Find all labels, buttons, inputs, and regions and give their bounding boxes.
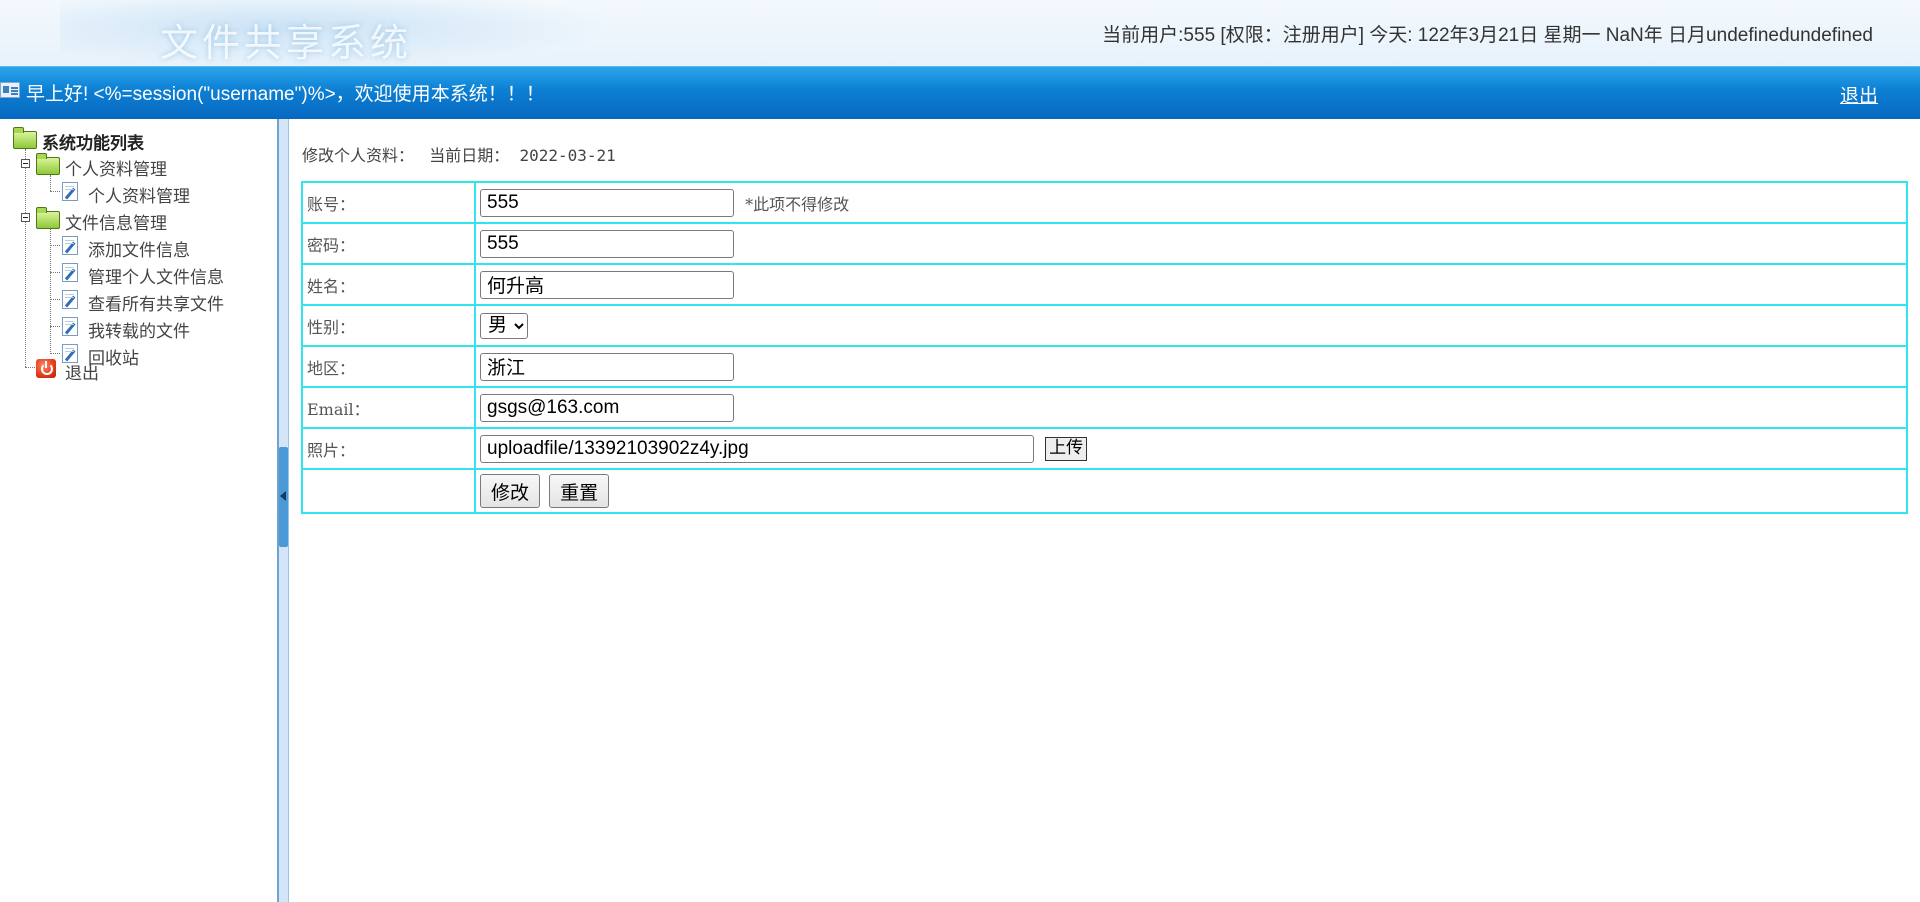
logout-link[interactable]: 退出 bbox=[1840, 81, 1878, 108]
tree-line bbox=[50, 353, 60, 354]
profile-form: 账号： *此项不得修改 密码： 姓名： 性别： 男 bbox=[301, 181, 1908, 514]
sidebar: 系统功能列表 个人资料管理 个人资料管理 文件信息管理 添加文件信息 管理个人文… bbox=[0, 119, 279, 902]
form-row-region: 地区： bbox=[301, 345, 1908, 388]
tree-line bbox=[50, 245, 60, 246]
tree-item-reposted-files[interactable]: 我转载的文件 bbox=[88, 317, 190, 342]
edit-document-icon bbox=[62, 317, 78, 336]
photo-path-input[interactable] bbox=[480, 434, 1034, 463]
arrow-left-icon bbox=[280, 491, 286, 501]
folder-open-icon bbox=[13, 127, 37, 149]
user-info: 当前用户:555 [权限：注册用户] 今天: 122年3月21日 星期一 NaN… bbox=[1102, 25, 1873, 46]
form-row-email: Email： bbox=[301, 386, 1908, 429]
form-row-gender: 性别： 男 bbox=[301, 304, 1908, 347]
page-title: 修改个人资料： 当前日期： 2022-03-21 bbox=[302, 142, 616, 166]
tree-line bbox=[50, 229, 51, 354]
current-date: 2022-03-21 bbox=[519, 146, 616, 165]
greeting-bar: 早上好! <%=session("username")%>，欢迎使用本系统！！！… bbox=[0, 66, 1920, 119]
date-label: 当前日期： bbox=[429, 146, 510, 165]
edit-document-icon bbox=[62, 236, 78, 255]
form-row-photo: 照片： 上传 bbox=[301, 427, 1908, 470]
tree-line bbox=[50, 175, 51, 191]
tree-item-add-file[interactable]: 添加文件信息 bbox=[88, 236, 190, 261]
region-input[interactable] bbox=[480, 352, 734, 381]
tree-item-personal-info[interactable]: 个人资料管理 bbox=[88, 182, 190, 207]
tree-line bbox=[50, 272, 60, 273]
tree-line bbox=[25, 149, 26, 367]
gender-label: 性别： bbox=[301, 304, 476, 347]
form-row-password: 密码： bbox=[301, 222, 1908, 265]
gender-select[interactable]: 男 bbox=[480, 312, 528, 339]
account-label: 账号： bbox=[301, 181, 476, 224]
tree-group-files[interactable]: 文件信息管理 bbox=[65, 209, 167, 234]
submit-button[interactable]: 修改 bbox=[480, 474, 541, 508]
power-icon bbox=[36, 359, 56, 378]
collapse-sidebar-handle[interactable] bbox=[279, 447, 288, 547]
tree-line bbox=[50, 326, 60, 327]
empty-label-cell bbox=[301, 468, 476, 514]
edit-document-icon bbox=[62, 263, 78, 282]
main-content: 修改个人资料： 当前日期： 2022-03-21 账号： *此项不得修改 密码：… bbox=[289, 119, 1920, 902]
site-logo: 文件共享系统 bbox=[160, 21, 413, 65]
form-row-name: 姓名： bbox=[301, 263, 1908, 306]
top-banner: 文件共享系统 当前用户:555 [权限：注册用户] 今天: 122年3月21日 … bbox=[0, 0, 1920, 66]
page-title-text: 修改个人资料： bbox=[302, 146, 415, 165]
name-label: 姓名： bbox=[301, 263, 476, 306]
folder-open-icon bbox=[36, 207, 60, 229]
folder-open-icon bbox=[36, 153, 60, 175]
tree-group-personal[interactable]: 个人资料管理 bbox=[65, 155, 167, 180]
name-input[interactable] bbox=[480, 270, 734, 299]
form-row-actions: 修改 重置 bbox=[301, 468, 1908, 514]
id-card-icon bbox=[0, 82, 20, 98]
edit-document-icon bbox=[62, 182, 78, 201]
email-label: Email： bbox=[301, 386, 476, 429]
collapse-icon[interactable] bbox=[21, 213, 30, 222]
collapse-icon[interactable] bbox=[21, 159, 30, 168]
form-row-account: 账号： *此项不得修改 bbox=[301, 181, 1908, 224]
tree-item-shared-files[interactable]: 查看所有共享文件 bbox=[88, 290, 224, 315]
account-note: *此项不得修改 bbox=[745, 194, 850, 214]
password-label: 密码： bbox=[301, 222, 476, 265]
tree-line bbox=[50, 191, 60, 192]
email-input[interactable] bbox=[480, 393, 734, 422]
tree-root-label[interactable]: 系统功能列表 bbox=[42, 129, 144, 154]
edit-document-icon bbox=[62, 290, 78, 309]
upload-button[interactable]: 上传 bbox=[1045, 436, 1088, 461]
region-label: 地区： bbox=[301, 345, 476, 388]
password-input[interactable] bbox=[480, 229, 734, 258]
sidebar-splitter[interactable] bbox=[279, 119, 289, 902]
tree-line bbox=[50, 299, 60, 300]
account-input[interactable] bbox=[480, 188, 734, 217]
tree-line bbox=[25, 367, 35, 368]
greeting-text: 早上好! <%=session("username")%>，欢迎使用本系统！！！ bbox=[26, 84, 545, 105]
reset-button[interactable]: 重置 bbox=[549, 474, 610, 508]
tree-item-manage-files[interactable]: 管理个人文件信息 bbox=[88, 263, 224, 288]
photo-label: 照片： bbox=[301, 427, 476, 470]
tree-item-exit[interactable]: 退出 bbox=[65, 359, 99, 384]
